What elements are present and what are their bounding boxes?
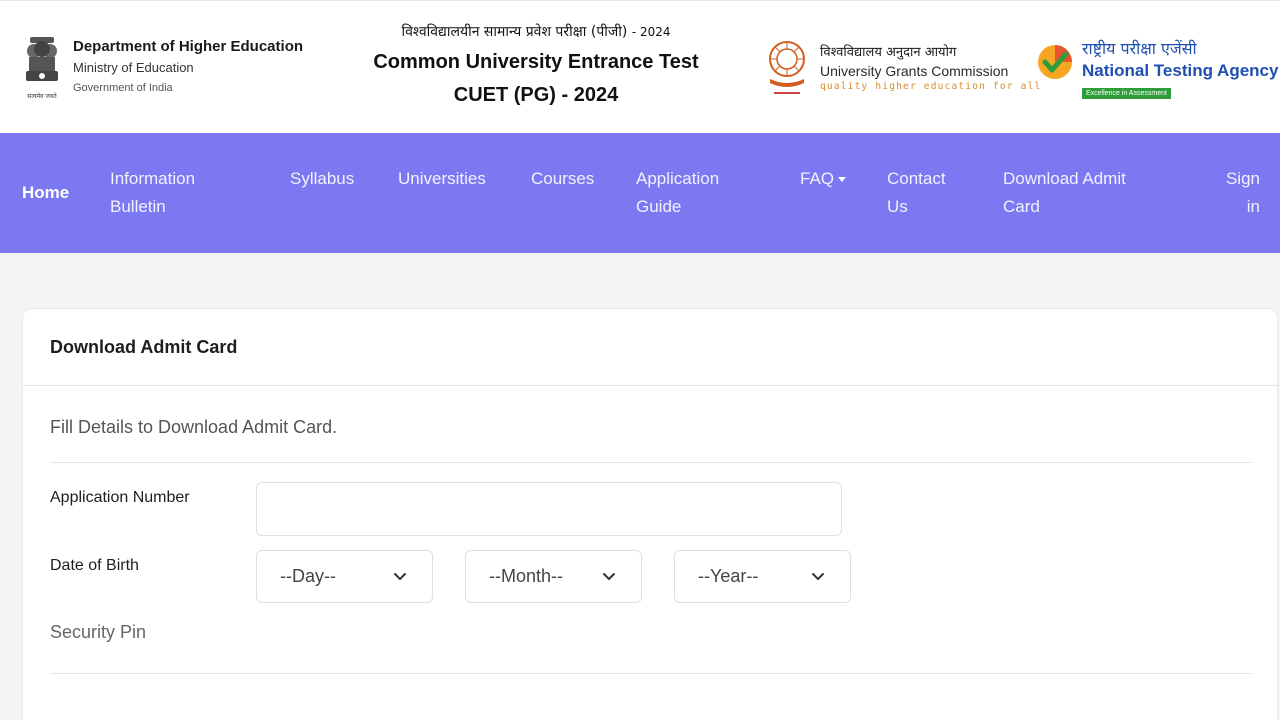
nta-hindi-name: राष्ट्रीय परीक्षा एजेंसी bbox=[1082, 39, 1197, 58]
nav-download-admit-card-line2: Card bbox=[1003, 197, 1040, 216]
nav-application-guide-line1: Application bbox=[636, 169, 720, 188]
admit-card-form-card: Download Admit Card Fill Details to Down… bbox=[22, 308, 1278, 720]
ugc-tagline: quality higher education for all bbox=[820, 81, 1042, 92]
hindi-title-year: - 2024 bbox=[631, 25, 671, 39]
nav-download-admit-card-line1: Download Admit bbox=[1003, 169, 1126, 188]
dob-year-value: --Year-- bbox=[698, 566, 759, 586]
divider bbox=[50, 673, 1252, 674]
nav-syllabus[interactable]: Syllabus bbox=[290, 165, 354, 193]
chevron-down-icon bbox=[394, 573, 406, 581]
nta-checkmark-icon bbox=[1036, 43, 1074, 81]
nav-contact-us-line1: Contact bbox=[887, 169, 946, 188]
exam-subtitle: CUET (PG) - 2024 bbox=[453, 84, 619, 106]
nta-text-block: राष्ट्रीय परीक्षा एजेंसी National Testin… bbox=[1082, 38, 1278, 100]
hindi-title: विश्वविद्यालयीन सामान्य प्रवेश परीक्षा (… bbox=[336, 19, 736, 45]
divider bbox=[50, 462, 1252, 463]
exam-title: Common University Entrance Test bbox=[373, 51, 699, 73]
nta-badge: Excellence in Assessment bbox=[1082, 88, 1171, 99]
security-pin-label: Security Pin bbox=[50, 622, 147, 642]
nav-information-bulletin-line2: Bulletin bbox=[110, 197, 166, 216]
exam-title-block: विश्वविद्यालयीन सामान्य प्रवेश परीक्षा (… bbox=[336, 19, 736, 111]
form-instructions: Fill Details to Download Admit Card. bbox=[50, 417, 338, 437]
nav-universities[interactable]: Universities bbox=[398, 165, 486, 193]
dob-month-value: --Month-- bbox=[489, 566, 564, 586]
application-number-label: Application Number bbox=[50, 489, 190, 506]
chevron-down-icon bbox=[603, 573, 615, 581]
ministry-name: Ministry of Education bbox=[73, 60, 194, 75]
caret-down-icon bbox=[838, 177, 847, 183]
nav-contact-us[interactable]: Contact Us bbox=[887, 165, 946, 221]
nav-information-bulletin[interactable]: Information Bulletin bbox=[110, 165, 195, 221]
dob-day-select[interactable]: --Day-- bbox=[256, 550, 433, 603]
ugc-text-block: विश्वविद्यालय अनुदान आयोग University Gra… bbox=[820, 44, 1041, 94]
national-emblem-icon: सत्यमेव जयते bbox=[20, 33, 64, 101]
dob-day-value: --Day-- bbox=[280, 566, 336, 586]
ugc-hindi-name: विश्वविद्यालय अनुदान आयोग bbox=[820, 45, 957, 60]
nav-sign-in[interactable]: Sign in bbox=[1220, 165, 1260, 221]
hindi-title-text: विश्वविद्यालयीन सामान्य प्रवेश परीक्षा (… bbox=[401, 24, 628, 40]
nav-faq-label: FAQ bbox=[800, 169, 835, 188]
main-navbar: Home Information Bulletin Syllabus Unive… bbox=[0, 133, 1280, 253]
dob-month-select[interactable]: --Month-- bbox=[465, 550, 642, 603]
card-header: Download Admit Card bbox=[23, 309, 1277, 386]
ugc-name: University Grants Commission bbox=[820, 63, 1009, 79]
date-of-birth-label: Date of Birth bbox=[50, 557, 139, 574]
dob-year-select[interactable]: --Year-- bbox=[674, 550, 851, 603]
nav-application-guide[interactable]: Application Guide bbox=[636, 165, 719, 221]
card-title: Download Admit Card bbox=[50, 337, 238, 357]
department-name: Department of Higher Education bbox=[73, 38, 304, 55]
nav-faq-dropdown[interactable]: FAQ bbox=[800, 165, 847, 193]
site-header: सत्यमेव जयते Department of Higher Educat… bbox=[0, 0, 1280, 133]
nav-information-bulletin-line1: Information bbox=[110, 169, 196, 188]
nav-home[interactable]: Home bbox=[22, 179, 69, 207]
nav-courses[interactable]: Courses bbox=[531, 165, 594, 193]
nav-sign-in-line2: in bbox=[1246, 197, 1260, 216]
nav-contact-us-line2: Us bbox=[887, 197, 908, 216]
nta-name: National Testing Agency bbox=[1082, 61, 1279, 80]
application-number-input[interactable] bbox=[256, 482, 842, 536]
nav-application-guide-line2: Guide bbox=[636, 197, 682, 216]
nav-download-admit-card[interactable]: Download Admit Card bbox=[1003, 165, 1126, 221]
department-block: Department of Higher Education Ministry … bbox=[73, 37, 303, 97]
ugc-logo-icon bbox=[762, 39, 812, 97]
chevron-down-icon bbox=[812, 573, 824, 581]
government-name: Government of India bbox=[73, 82, 173, 94]
nav-sign-in-line1: Sign bbox=[1225, 169, 1260, 188]
